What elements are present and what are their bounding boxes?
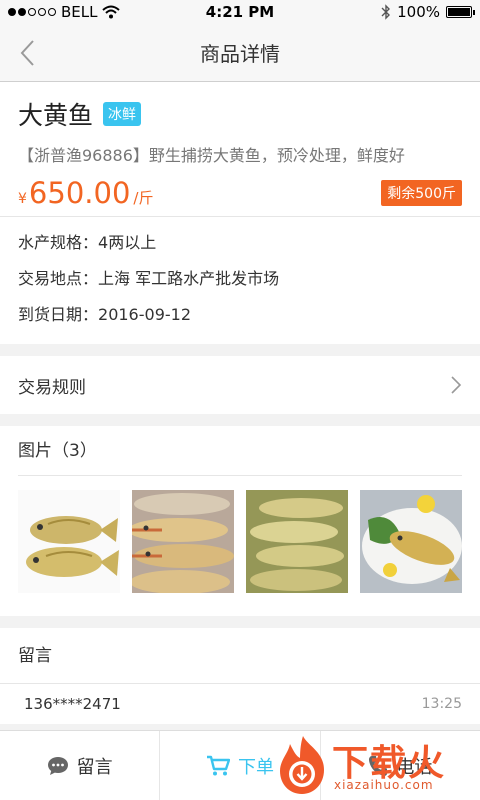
price: ¥ 650.00 /斤 [18, 176, 153, 210]
trade-rules-row[interactable]: 交易规则 [0, 356, 480, 414]
signal-icon [8, 8, 56, 16]
spec-row-size: 水产规格：4两以上 [18, 225, 462, 261]
watermark-logo: 下载火 xiazaihuo.com [274, 732, 474, 798]
message-label: 留言 [76, 756, 113, 778]
wifi-icon [102, 5, 121, 19]
flame-logo-icon [280, 736, 324, 794]
comment-user: 136****2471 [24, 695, 121, 713]
product-info: 大黄鱼 冰鲜 【浙普渔96886】野生捕捞大黄鱼，预冷处理，鲜度好 ¥ 650.… [0, 82, 480, 216]
comment-time: 13:25 [421, 696, 462, 712]
status-left: BELL [8, 3, 121, 21]
comment-item: 136****2471 13:25 [0, 684, 480, 724]
photo-thumbnail-1[interactable] [18, 490, 120, 593]
trade-rules-label: 交易规则 [18, 377, 86, 398]
page-title: 商品详情 [200, 42, 280, 66]
price-row: ¥ 650.00 /斤 剩余500斤 [18, 176, 462, 210]
spec-label: 交易地点： [18, 269, 99, 288]
status-right: 100% [381, 3, 475, 21]
photos-section: 图片（3） [0, 426, 480, 616]
seller-id: 【浙普渔96886】 [18, 146, 149, 165]
spec-value: 上海 军工路水产批发市场 [98, 269, 280, 288]
message-button[interactable]: 留言 [0, 731, 161, 800]
battery-icon [446, 6, 475, 18]
bluetooth-icon [381, 4, 391, 20]
freshness-tag: 冰鲜 [103, 102, 142, 126]
photo-thumbnail-3[interactable] [246, 490, 348, 593]
section-divider [0, 616, 480, 628]
stock-badge: 剩余500斤 [381, 180, 462, 206]
status-bar: BELL 4:21 PM 100% [0, 0, 480, 24]
carrier-name: BELL [61, 3, 98, 21]
spec-row-location: 交易地点：上海 军工路水产批发市场 [18, 261, 462, 297]
product-desc-text: 野生捕捞大黄鱼，预冷处理，鲜度好 [148, 146, 405, 165]
chat-bubble-icon [47, 756, 68, 775]
spec-row-date: 到货日期：2016-09-12 [18, 297, 462, 333]
shopping-cart-icon [206, 755, 230, 775]
photo-thumbnails [18, 476, 462, 593]
section-divider [0, 414, 480, 426]
photo-thumbnail-4[interactable] [360, 490, 462, 593]
price-value: 650.00 [28, 176, 131, 210]
photo-thumbnail-2[interactable] [132, 490, 234, 593]
comments-header: 留言 [0, 628, 480, 684]
currency-symbol: ¥ [18, 191, 27, 207]
product-name: 大黄鱼 [18, 101, 94, 130]
nav-bar: 商品详情 [0, 24, 480, 82]
product-description: 【浙普渔96886】野生捕捞大黄鱼，预冷处理，鲜度好 [18, 142, 462, 166]
spec-value: 2016-09-12 [98, 305, 191, 324]
back-arrow-icon[interactable] [16, 38, 40, 68]
comments-section: 留言 136****2471 13:25 [0, 628, 480, 724]
price-unit: /斤 [133, 189, 154, 207]
chevron-right-icon [451, 376, 462, 394]
order-label: 下单 [237, 756, 274, 778]
product-title-row: 大黄鱼 冰鲜 [18, 96, 462, 132]
spec-label: 到货日期： [18, 305, 99, 324]
photos-header: 图片（3） [18, 426, 462, 476]
spec-value: 4两以上 [98, 233, 157, 252]
watermark-url: xiazaihuo.com [334, 778, 434, 792]
battery-level [448, 8, 470, 16]
product-specs: 水产规格：4两以上 交易地点：上海 军工路水产批发市场 到货日期：2016-09… [0, 216, 480, 344]
spec-label: 水产规格： [18, 233, 99, 252]
battery-percent: 100% [397, 3, 440, 21]
section-divider [0, 344, 480, 356]
